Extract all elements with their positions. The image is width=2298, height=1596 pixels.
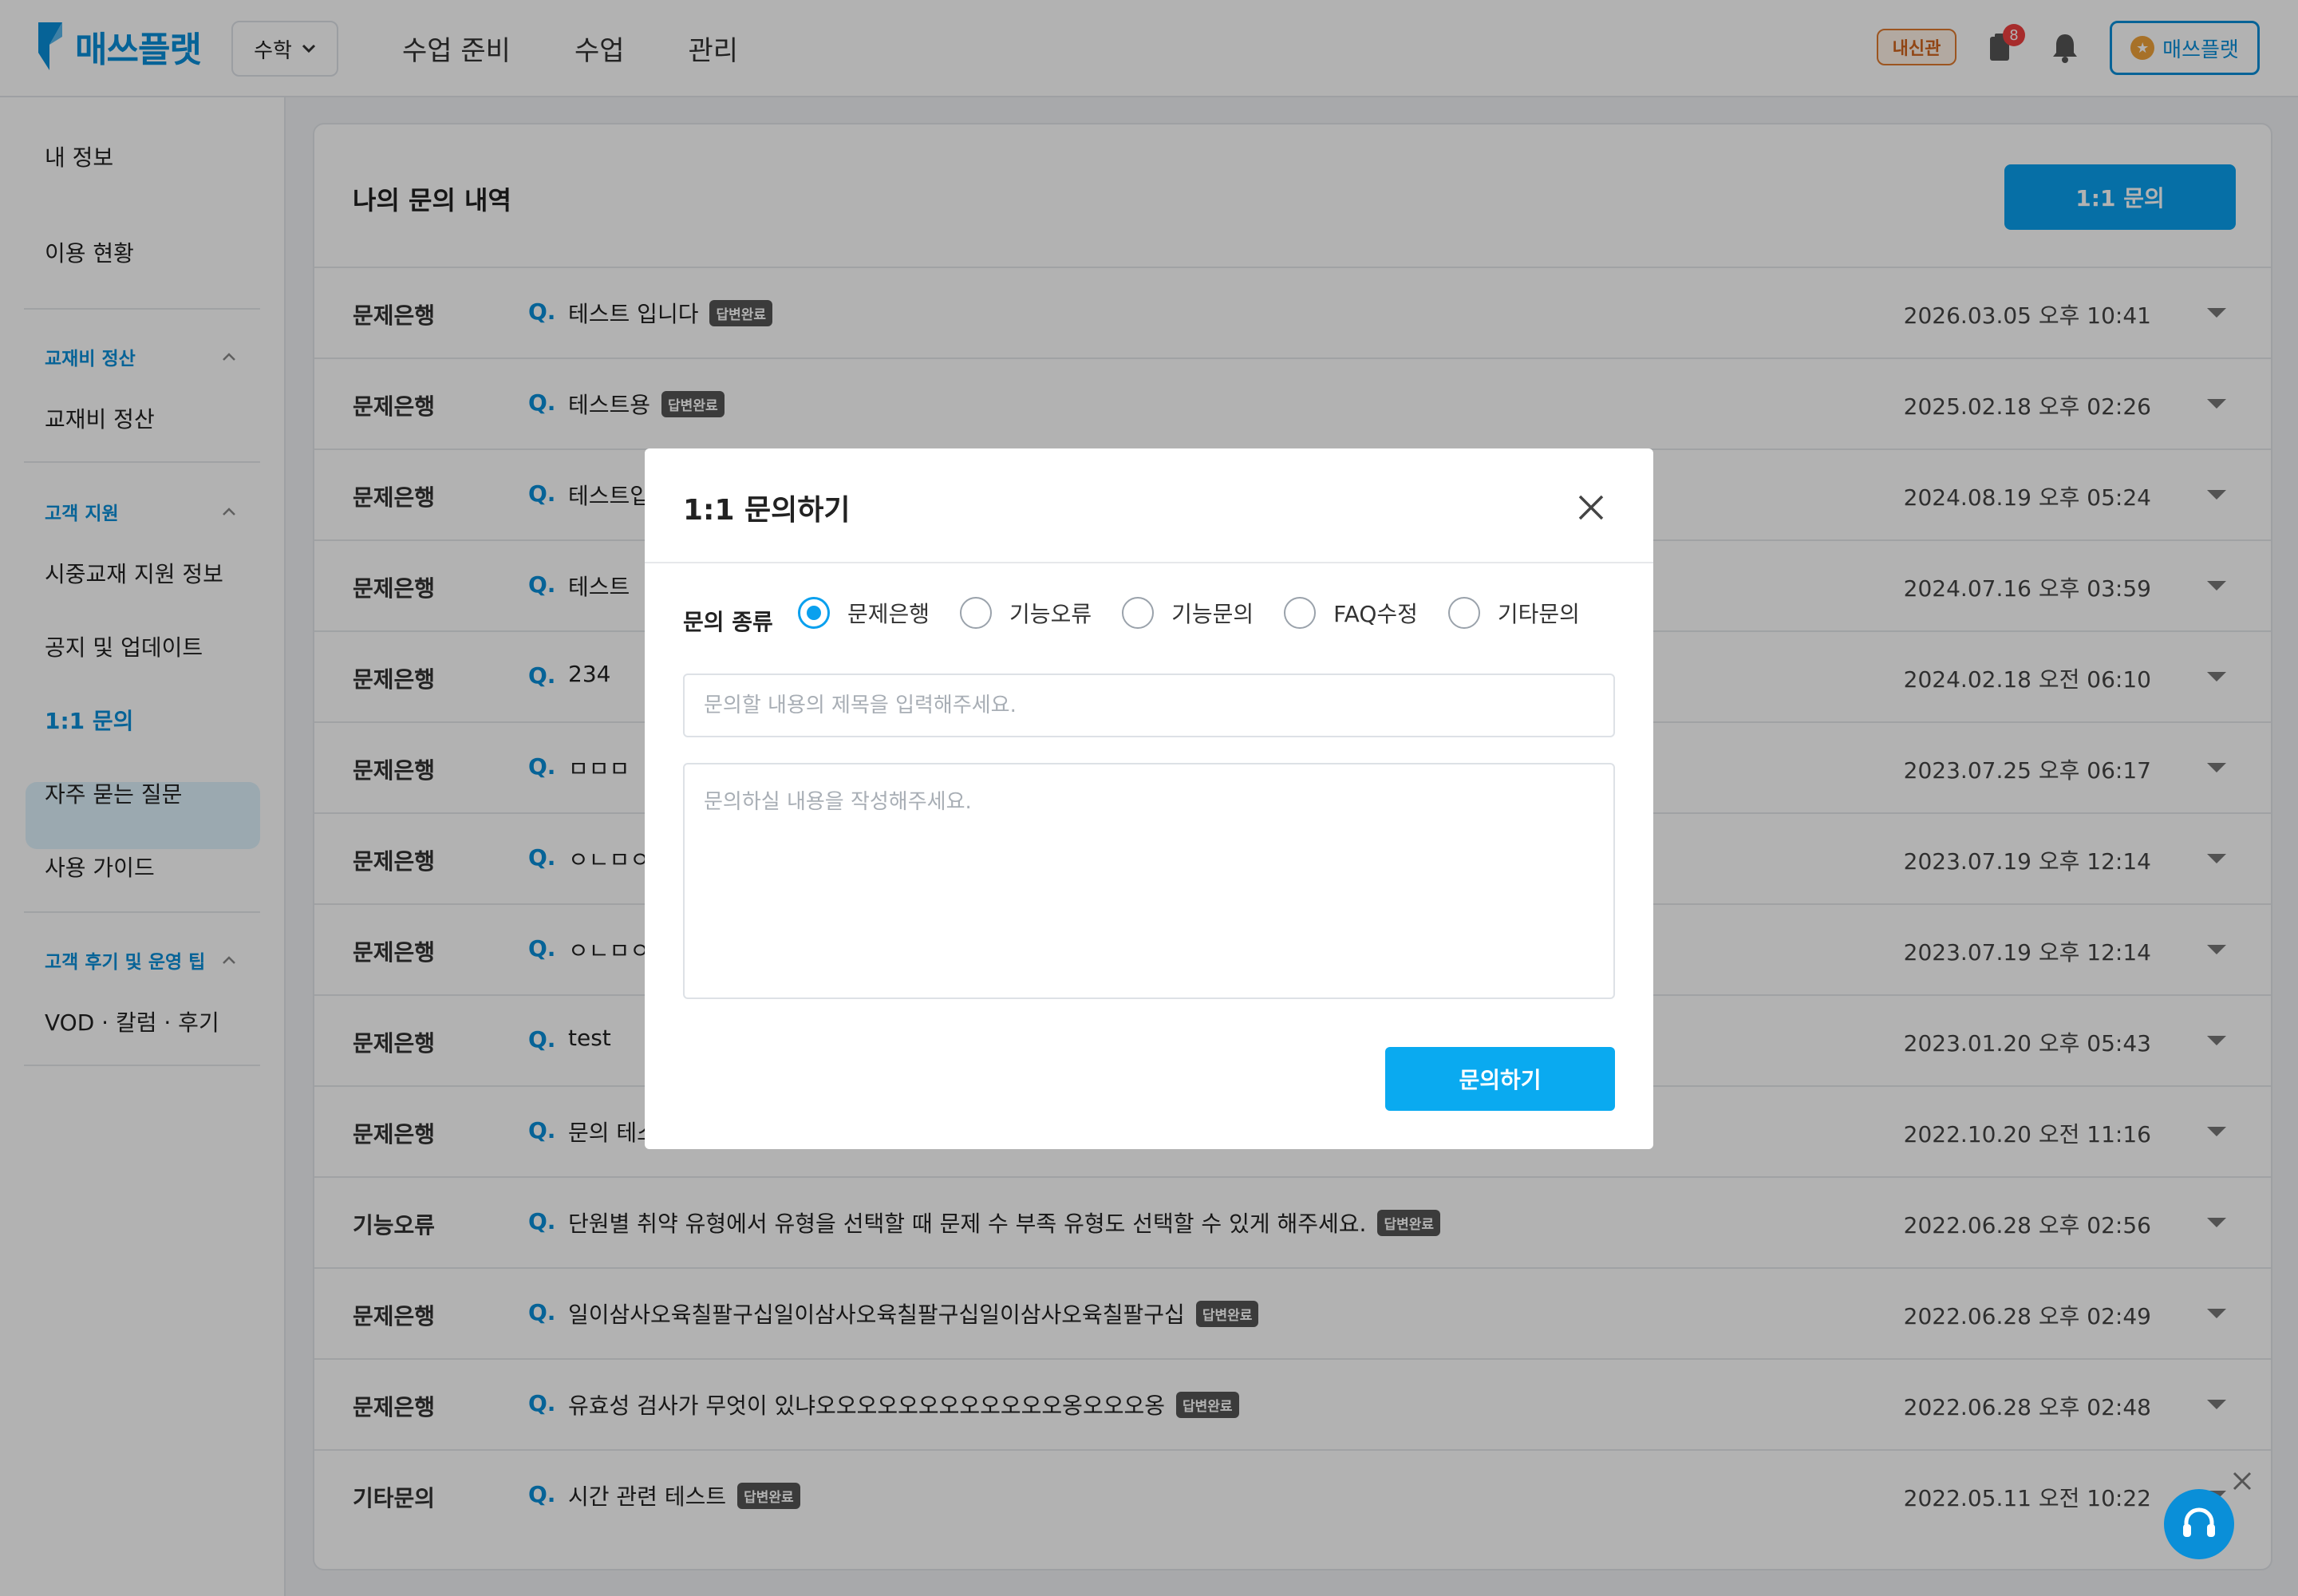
- inquiry-body-textarea[interactable]: [683, 763, 1615, 999]
- inquiry-title-input[interactable]: [683, 674, 1615, 737]
- radio-label: 기능문의: [1171, 601, 1254, 627]
- radio-label: 문제은행: [847, 601, 930, 627]
- inquiry-modal: 1:1 문의하기 문의 종류 문제은행 기능오류 기능문의 FAQ수정 기타문의…: [645, 448, 1653, 1149]
- modal-title: 1:1 문의하기: [683, 494, 851, 527]
- radio-button[interactable]: [798, 597, 830, 629]
- radio-option-question-bank[interactable]: 문제은행: [798, 597, 930, 629]
- radio-label: 기타문의: [1497, 601, 1580, 627]
- radio-label: 기능오류: [1009, 601, 1092, 627]
- inquiry-type-radio-group: 문제은행 기능오류 기능문의 FAQ수정 기타문의: [798, 597, 1580, 629]
- inquiry-type-label: 문의 종류: [683, 609, 773, 635]
- radio-label: FAQ수정: [1333, 601, 1418, 627]
- radio-button[interactable]: [1284, 597, 1317, 629]
- submit-inquiry-button[interactable]: 문의하기: [1385, 1047, 1615, 1111]
- close-icon[interactable]: [2231, 1470, 2253, 1492]
- headset-icon: [2183, 1507, 2215, 1537]
- radio-option-bug[interactable]: 기능오류: [960, 597, 1092, 629]
- close-icon[interactable]: [1573, 490, 1609, 525]
- radio-option-other[interactable]: 기타문의: [1447, 597, 1580, 629]
- radio-button[interactable]: [960, 597, 993, 629]
- chat-support-button[interactable]: [2164, 1489, 2234, 1559]
- modal-divider: [645, 562, 1653, 563]
- radio-button[interactable]: [1122, 597, 1155, 629]
- radio-option-feature-question[interactable]: 기능문의: [1122, 597, 1254, 629]
- radio-button[interactable]: [1447, 597, 1480, 629]
- radio-option-faq-edit[interactable]: FAQ수정: [1284, 597, 1418, 629]
